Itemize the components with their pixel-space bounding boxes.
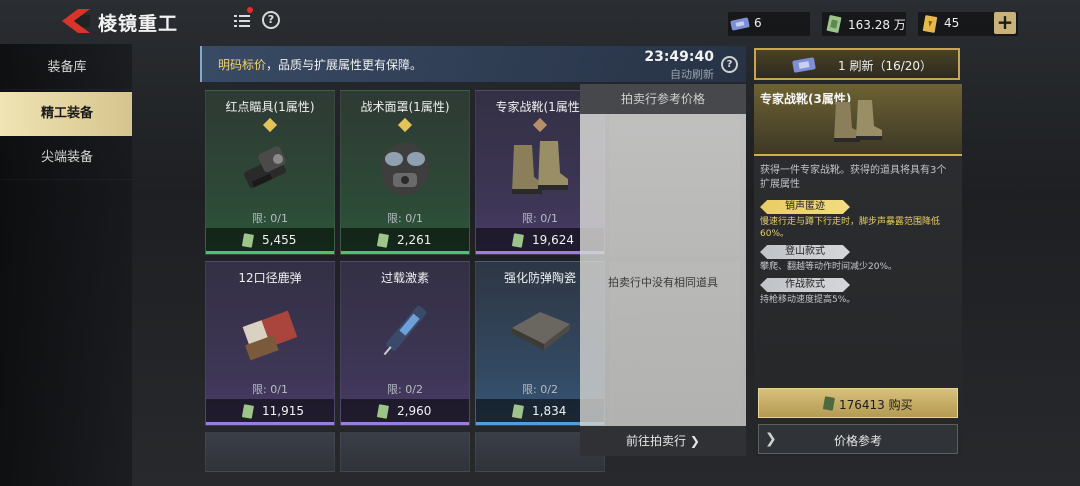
item-name: 12口径鹿弹 — [238, 271, 302, 285]
item-card-tactical-mask[interactable]: 战术面罩(1属性) 限: 0/1 2,261 — [340, 90, 470, 255]
tactical-mask-icon — [381, 143, 429, 195]
list-menu-icon[interactable] — [232, 11, 252, 31]
item-detail-panel: 专家战靴(3属性) 获得一件专家战靴。获得的道具将具有3个扩展属性 销声匿迹 慢… — [754, 84, 962, 456]
item-price: 2,960 — [397, 404, 432, 418]
notice-bar: 明码标价，品质与扩展属性更有保障。 23:49:40 自动刷新 ? — [200, 46, 746, 82]
page-title: 棱镜重工 — [98, 13, 179, 35]
item-price: 1,834 — [532, 404, 567, 418]
sidebar-item-equipment-library[interactable]: 装备库 — [0, 46, 132, 90]
refresh-button-label: 1 刷新（16/20） — [838, 59, 933, 73]
item-price: 5,455 — [262, 233, 297, 247]
red-dot-sight-icon — [244, 146, 286, 189]
currency-vouchers-value: 45 — [944, 16, 960, 30]
sidebar: 装备库 精工装备 尖端装备 — [0, 44, 132, 486]
item-limit: 限: 0/1 — [252, 212, 288, 225]
rarity-bar — [341, 251, 469, 254]
item-price: 11,915 — [262, 404, 304, 418]
item-card-12-gauge-buckshot[interactable]: 12口径鹿弹 限: 0/1 11,915 — [205, 261, 335, 426]
notification-dot — [247, 7, 253, 13]
item-limit: 限: 0/1 — [387, 212, 423, 225]
item-card-empty[interactable] — [205, 432, 335, 472]
cash-icon — [826, 15, 842, 33]
ticket-icon — [792, 57, 816, 73]
currency-tickets-value: 6 — [754, 16, 762, 30]
ticket-icon — [730, 17, 750, 31]
rarity-bar — [341, 422, 469, 425]
ammo-box-icon — [242, 310, 298, 361]
item-name: 战术面罩(1属性) — [360, 100, 450, 114]
chevron-right-icon: ❯ — [689, 434, 700, 448]
attribute-description: 慢速行走与蹲下行走时，脚步声暴露范围降低60%。 — [760, 217, 941, 239]
item-price-row: 2,261 — [341, 228, 469, 252]
item-card-red-dot-sight[interactable]: 红点瞄具(1属性) 限: 0/1 5,455 — [205, 90, 335, 255]
notice-text: 明码标价，品质与扩展属性更有保障。 — [218, 56, 422, 73]
cash-icon — [242, 233, 254, 248]
auction-panel-header: 拍卖行参考价格 — [580, 84, 746, 114]
detail-header: 专家战靴(3属性) — [754, 84, 962, 156]
sidebar-item-advanced-equipment[interactable]: 尖端装备 — [0, 136, 132, 180]
detail-description: 获得一件专家战靴。获得的道具将具有3个扩展属性 — [760, 165, 947, 190]
boots-icon — [834, 100, 882, 142]
item-price: 19,624 — [532, 233, 574, 247]
back-arrow-icon[interactable] — [60, 8, 94, 34]
add-currency-button[interactable]: + — [994, 12, 1016, 34]
attribute-description: 攀爬、翻越等动作时间减少20%。 — [760, 262, 898, 272]
buy-button[interactable]: 176413 购买 — [758, 388, 958, 418]
go-to-auction-label: 前往拍卖行 — [626, 434, 687, 448]
boots-icon — [512, 141, 568, 194]
item-limit: 限: 0/2 — [387, 383, 423, 396]
item-price: 2,261 — [397, 233, 432, 247]
currency-tickets: 6 — [728, 12, 810, 36]
refresh-button[interactable]: 1 刷新（16/20） — [754, 48, 960, 80]
price-reference-button[interactable]: ❯ 价格参考 — [758, 424, 958, 454]
rarity-bar — [206, 422, 334, 425]
cash-icon — [512, 233, 524, 248]
attribute-description: 持枪移动速度提高5%。 — [760, 295, 856, 305]
item-name: 过载激素 — [380, 271, 429, 285]
quality-diamond-icon — [532, 117, 548, 133]
cash-icon — [242, 404, 254, 419]
quality-diamond-icon — [262, 117, 278, 133]
item-limit: 限: 0/1 — [252, 383, 288, 396]
armor-plate-icon — [512, 312, 570, 350]
cash-icon — [823, 396, 835, 411]
item-price-row: 11,915 — [206, 399, 334, 423]
item-card-empty[interactable] — [340, 432, 470, 472]
timer-help-icon[interactable]: ? — [721, 56, 738, 73]
quality-diamond-icon — [397, 117, 413, 133]
auction-empty-message: 拍卖行中没有相同道具 — [608, 276, 718, 289]
syringe-icon — [383, 305, 427, 356]
attribute-tag: 登山款式 — [760, 245, 850, 259]
item-price-row: 5,455 — [206, 228, 334, 252]
price-reference-label: 价格参考 — [833, 434, 882, 448]
attribute-tag: 销声匿迹 — [760, 200, 850, 214]
cash-icon — [377, 233, 389, 248]
cash-icon — [512, 404, 524, 419]
currency-cash: 163.28 万 — [822, 12, 906, 36]
item-name: 红点瞄具(1属性) — [225, 100, 315, 114]
go-to-auction-button[interactable]: 前往拍卖行 ❯ — [580, 426, 746, 456]
buy-button-label: 176413 购买 — [839, 398, 913, 412]
item-price-row: 2,960 — [341, 399, 469, 423]
attribute-tag: 作战款式 — [760, 278, 850, 292]
voucher-icon — [922, 15, 938, 33]
sidebar-item-refined-equipment[interactable]: 精工装备 — [0, 92, 132, 136]
currency-cash-value: 163.28 万 — [848, 18, 906, 32]
notice-highlight: 明码标价 — [218, 58, 267, 72]
item-card-overload-stimulant[interactable]: 过载激素 限: 0/2 2,960 — [340, 261, 470, 426]
refresh-timer-label: 自动刷新 — [670, 68, 714, 81]
cash-icon — [377, 404, 389, 419]
refresh-timer: 23:49:40 — [644, 49, 714, 65]
rarity-bar — [206, 251, 334, 254]
notice-body: ，品质与扩展属性更有保障。 — [266, 58, 423, 72]
auction-reference-panel: 拍卖行参考价格 拍卖行中没有相同道具 前往拍卖行 ❯ — [580, 84, 746, 456]
help-icon[interactable]: ? — [262, 11, 280, 29]
